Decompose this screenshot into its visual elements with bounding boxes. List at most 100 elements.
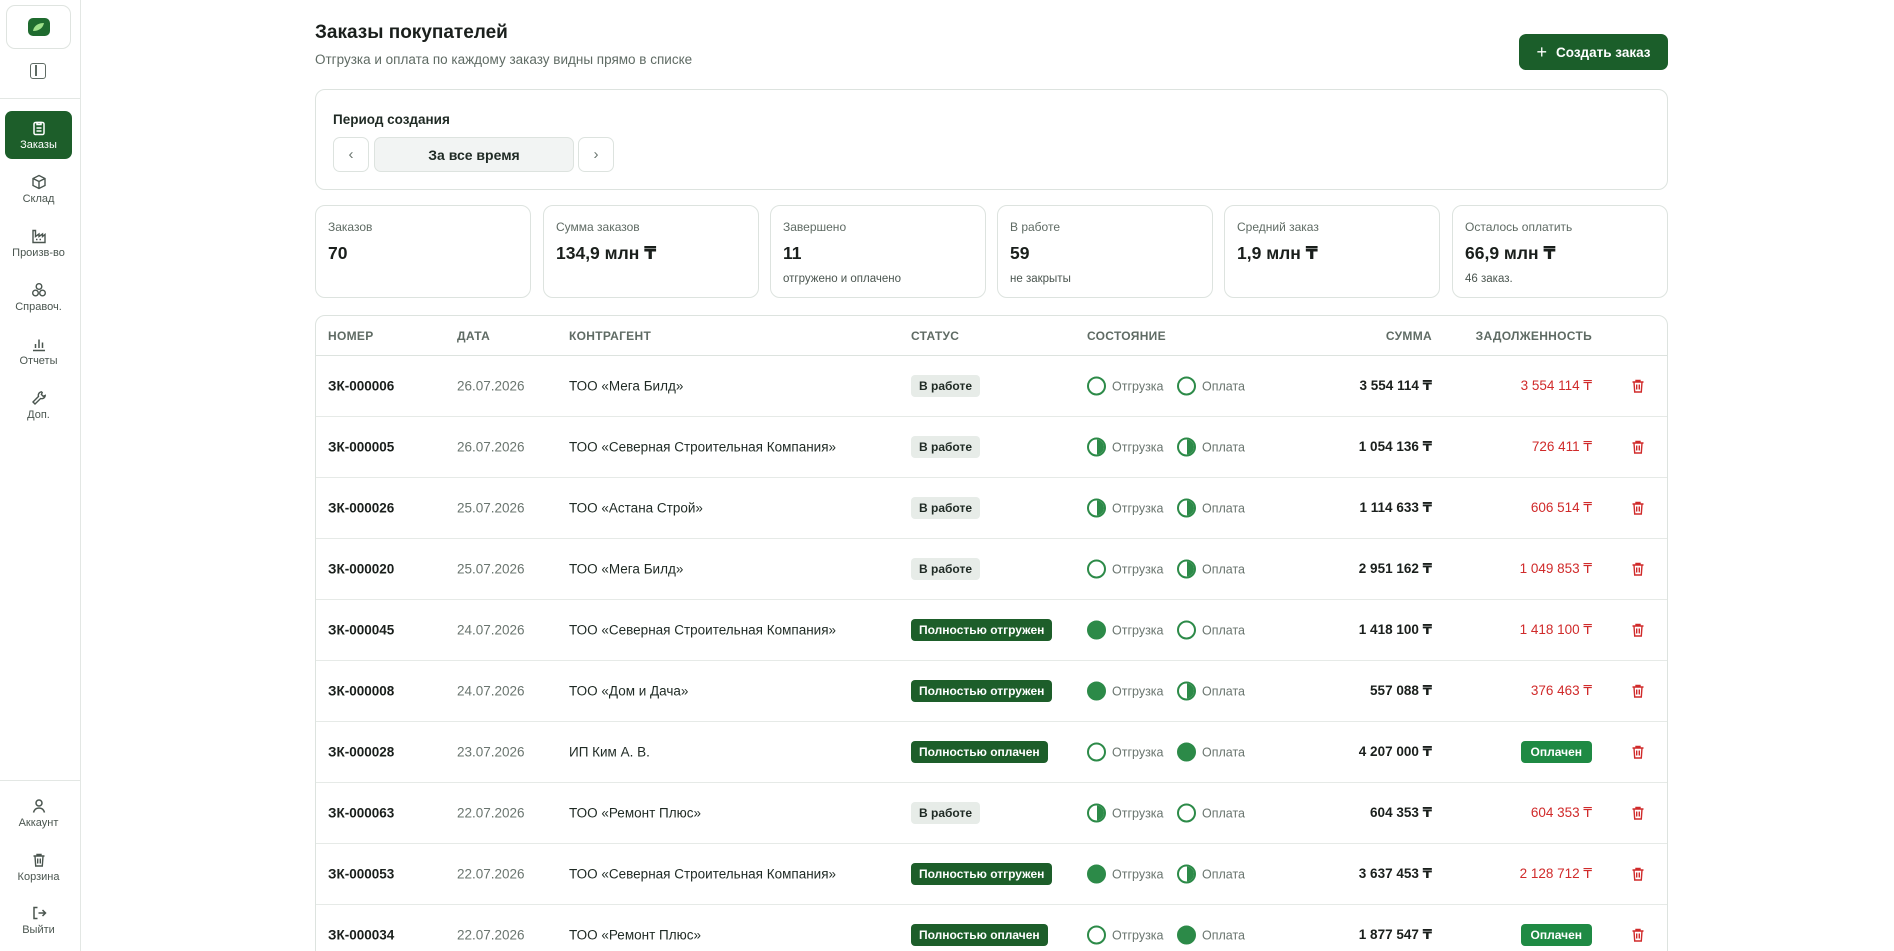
sidebar-bottom-item-2[interactable]: Выйти: [5, 896, 72, 944]
payment-label: Оплата: [1202, 867, 1245, 881]
table-row[interactable]: ЗК-000020 25.07.2026 ТОО «Мега Билд» В рабо…: [316, 539, 1667, 600]
create-order-button[interactable]: + Создать заказ: [1519, 34, 1668, 70]
column-status[interactable]: СТАТУС: [911, 329, 959, 343]
stat-value: 1,9 млн ₸: [1237, 243, 1318, 263]
sidebar-item-2[interactable]: Произв-во: [5, 219, 72, 267]
order-number[interactable]: ЗК-000026: [328, 501, 394, 516]
orders-table: НОМЕР ДАТА КОНТРАГЕНТ СТАТУС СОСТОЯНИЕ С…: [315, 315, 1668, 951]
sidebar-item-label: Выйти: [22, 923, 55, 936]
table-row[interactable]: ЗК-000005 26.07.2026 ТОО «Северная Строите…: [316, 417, 1667, 478]
column-party[interactable]: КОНТРАГЕНТ: [569, 329, 651, 343]
delete-icon[interactable]: [1630, 500, 1646, 516]
period-select[interactable]: За все время: [374, 137, 574, 172]
shipment-state: Отгрузка: [1087, 620, 1164, 640]
clipboard-icon: [31, 120, 47, 136]
order-number[interactable]: ЗК-000045: [328, 623, 394, 638]
order-sum: 1 054 136 ₸: [1358, 439, 1432, 454]
column-sum[interactable]: СУММА: [1386, 329, 1432, 343]
order-number[interactable]: ЗК-000034: [328, 928, 394, 943]
stat-value: 134,9 млн ₸: [556, 243, 657, 263]
order-number[interactable]: ЗК-000020: [328, 562, 394, 577]
table-row[interactable]: ЗК-000006 26.07.2026 ТОО «Мега Билд» В рабо…: [316, 356, 1667, 417]
status-badge: В работе: [911, 558, 980, 580]
table-row[interactable]: ЗК-000063 22.07.2026 ТОО «Ремонт Плюс» В ра…: [316, 783, 1667, 844]
shipment-progress-icon: [1087, 803, 1106, 823]
sidebar-bottom-item-1[interactable]: Корзина: [5, 843, 72, 891]
shipment-progress-icon: [1087, 620, 1106, 640]
payment-progress-icon: [1177, 864, 1196, 884]
delete-icon[interactable]: [1630, 439, 1646, 455]
plus-icon: +: [1536, 42, 1548, 62]
status-badge: В работе: [911, 375, 980, 397]
shipment-label: Отгрузка: [1112, 806, 1164, 820]
table-row[interactable]: ЗК-000028 23.07.2026 ИП Ким А. В. Полностью…: [316, 722, 1667, 783]
sidebar-item-label: Аккаунт: [18, 816, 59, 829]
order-sum: 3 637 453 ₸: [1358, 866, 1432, 881]
order-number[interactable]: ЗК-000028: [328, 745, 394, 760]
stat-label: Осталось оплатить: [1465, 220, 1573, 234]
order-party: ТОО «Мега Билд»: [569, 561, 684, 577]
order-date: 24.07.2026: [457, 622, 525, 638]
column-debt[interactable]: ЗАДОЛЖЕННОСТЬ: [1476, 329, 1592, 343]
shipment-label: Отгрузка: [1112, 501, 1164, 515]
period-prev-button[interactable]: ‹: [333, 137, 369, 172]
table-row[interactable]: ЗК-000026 25.07.2026 ТОО «Астана Строй» В р…: [316, 478, 1667, 539]
table-row[interactable]: ЗК-000008 24.07.2026 ТОО «Дом и Дача» Полно…: [316, 661, 1667, 722]
delete-icon[interactable]: [1630, 683, 1646, 699]
sidebar-toggle-icon[interactable]: [30, 63, 46, 79]
payment-state: Оплата: [1177, 559, 1245, 579]
sidebar-bottom-item-0[interactable]: Аккаунт: [5, 789, 72, 837]
payment-label: Оплата: [1202, 379, 1245, 393]
status-badge: Полностью оплачен: [911, 924, 1048, 946]
shipment-progress-icon: [1087, 681, 1106, 701]
column-number[interactable]: НОМЕР: [328, 329, 374, 343]
delete-icon[interactable]: [1630, 622, 1646, 638]
stat-note: не закрыты: [1010, 273, 1071, 285]
app-logo[interactable]: [6, 5, 71, 49]
delete-icon[interactable]: [1630, 378, 1646, 394]
payment-progress-icon: [1177, 742, 1196, 762]
column-date[interactable]: ДАТА: [457, 329, 490, 343]
order-number[interactable]: ЗК-000006: [328, 379, 394, 394]
delete-icon[interactable]: [1630, 927, 1646, 943]
delete-icon[interactable]: [1630, 744, 1646, 760]
delete-icon[interactable]: [1630, 805, 1646, 821]
stat-value: 70: [328, 243, 348, 263]
order-number[interactable]: ЗК-000063: [328, 806, 394, 821]
create-order-label: Создать заказ: [1556, 44, 1651, 60]
box-icon: [31, 174, 47, 190]
sidebar-item-1[interactable]: Склад: [5, 165, 72, 213]
shipment-label: Отгрузка: [1112, 928, 1164, 942]
status-badge: Полностью отгружен: [911, 680, 1053, 702]
payment-state: Оплата: [1177, 681, 1245, 701]
wrench-icon: [31, 390, 47, 406]
bar-chart-icon: [31, 336, 47, 352]
stat-card: Завершено 11 отгружено и оплачено: [770, 205, 986, 298]
payment-progress-icon: [1177, 620, 1196, 640]
shipment-state: Отгрузка: [1087, 803, 1164, 823]
shipment-state: Отгрузка: [1087, 864, 1164, 884]
period-label: Период создания: [333, 112, 450, 127]
delete-icon[interactable]: [1630, 866, 1646, 882]
order-number[interactable]: ЗК-000053: [328, 867, 394, 882]
column-state: СОСТОЯНИЕ: [1087, 329, 1166, 343]
sidebar-item-3[interactable]: Справоч.: [5, 273, 72, 321]
order-date: 22.07.2026: [457, 866, 525, 882]
shipment-label: Отгрузка: [1112, 562, 1164, 576]
delete-icon[interactable]: [1630, 561, 1646, 577]
table-row[interactable]: ЗК-000034 22.07.2026 ТОО «Ремонт Плюс» Полн…: [316, 905, 1667, 951]
period-next-button[interactable]: ›: [578, 137, 614, 172]
order-number[interactable]: ЗК-000005: [328, 440, 394, 455]
table-row[interactable]: ЗК-000045 24.07.2026 ТОО «Северная Строите…: [316, 600, 1667, 661]
order-number[interactable]: ЗК-000008: [328, 684, 394, 699]
sidebar-item-4[interactable]: Отчеты: [5, 327, 72, 375]
stat-label: Заказов: [328, 220, 373, 234]
shipment-state: Отгрузка: [1087, 681, 1164, 701]
sidebar-item-label: Заказы: [20, 138, 57, 151]
payment-state: Оплата: [1177, 742, 1245, 762]
paid-badge: Оплачен: [1520, 924, 1592, 946]
sidebar-item-5[interactable]: Доп.: [5, 381, 72, 429]
table-row[interactable]: ЗК-000053 22.07.2026 ТОО «Северная Строите…: [316, 844, 1667, 905]
shipment-label: Отгрузка: [1112, 623, 1164, 637]
sidebar-item-0[interactable]: Заказы: [5, 111, 72, 159]
